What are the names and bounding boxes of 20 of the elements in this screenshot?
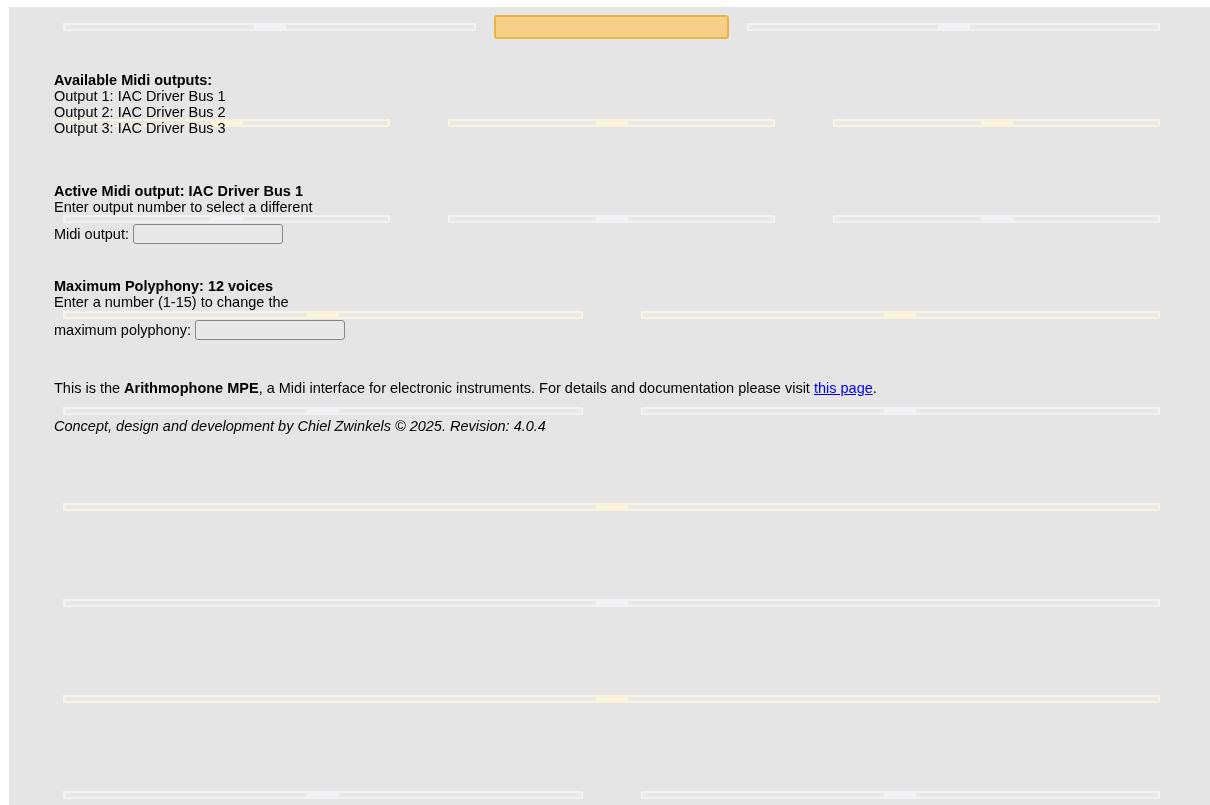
slider-thumb[interactable] bbox=[306, 311, 339, 319]
polyphony-heading: Maximum Polyphony: 12 voices bbox=[54, 278, 274, 294]
about-paragraph: This is the Arithmophone MPE, a Midi interface for electronic instruments. For details and documentation please visit this page. bbox=[54, 380, 877, 396]
credits-text: Concept, design and development by Chiel Zwinkels © 2025. Revision: 4.0.4 bbox=[54, 418, 547, 434]
slider-track[interactable] bbox=[63, 215, 390, 223]
output-number-field[interactable] bbox=[132, 224, 283, 244]
output-line: Output 1: IAC Driver Bus 1 bbox=[54, 88, 226, 104]
this-page-link[interactable]: this page bbox=[813, 380, 873, 396]
output-line: Output 2: IAC Driver Bus 2 bbox=[54, 104, 226, 120]
wide-button[interactable] bbox=[494, 15, 729, 39]
field-label: maximum polyphony: bbox=[54, 322, 191, 338]
slider-thumb[interactable] bbox=[210, 215, 243, 223]
field-label: Midi output: bbox=[54, 226, 129, 242]
output-line: Output 3: IAC Driver Bus 3 bbox=[54, 120, 226, 136]
output-prompt: Enter output number to select a different bbox=[54, 199, 313, 215]
polyphony-field[interactable] bbox=[195, 320, 345, 340]
outputs-heading: Available Midi outputs: bbox=[54, 72, 213, 88]
slider-track[interactable] bbox=[63, 311, 583, 319]
polyphony-prompt: Enter a number (1-15) to change the bbox=[54, 294, 289, 310]
active-output-heading: Active Midi output: IAC Driver Bus 1 bbox=[54, 183, 303, 199]
